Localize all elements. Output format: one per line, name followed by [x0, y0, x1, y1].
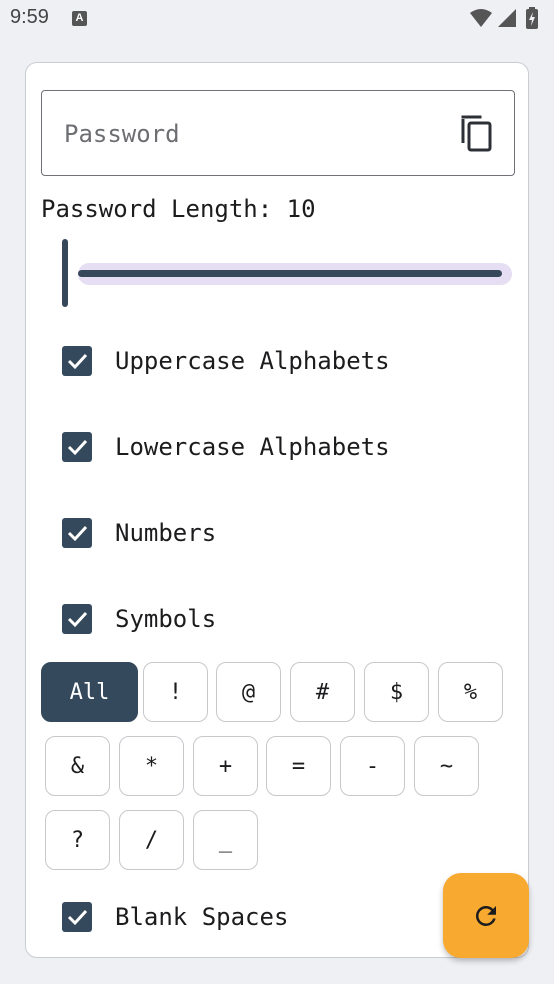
battery-icon [526, 7, 538, 29]
uppercase-label: Uppercase Alphabets [115, 347, 390, 375]
checkmark-icon [67, 909, 88, 926]
status-bar: 9:59 A [0, 0, 554, 40]
symbols-label: Symbols [115, 605, 217, 633]
password-input[interactable] [64, 119, 444, 149]
blank-spaces-option[interactable]: Blank Spaces [60, 897, 480, 937]
refresh-icon [475, 905, 496, 926]
symbol-slash-button[interactable]: / [119, 810, 184, 870]
numbers-label: Numbers [115, 519, 217, 547]
length-slider[interactable] [62, 239, 512, 309]
symbol-hash-button[interactable]: # [290, 662, 355, 722]
symbol-minus-button[interactable]: - [340, 736, 405, 796]
symbol-question-button[interactable]: ? [45, 810, 110, 870]
regenerate-fab[interactable] [443, 873, 529, 958]
status-time: 9:59 [10, 6, 49, 28]
checkmark-icon [67, 611, 88, 628]
checkmark-icon [67, 439, 88, 456]
lowercase-label: Lowercase Alphabets [115, 433, 390, 461]
copy-button[interactable] [460, 113, 496, 153]
copy-icon [461, 115, 492, 152]
checkmark-icon [67, 353, 88, 370]
wifi-icon [470, 9, 492, 27]
lowercase-option[interactable]: Lowercase Alphabets [60, 427, 480, 467]
signal-icon [498, 9, 516, 27]
slider-active-track [78, 270, 502, 277]
symbol-exclamation-button[interactable]: ! [143, 662, 208, 722]
numbers-option[interactable]: Numbers [60, 513, 480, 553]
symbol-equals-button[interactable]: = [266, 736, 331, 796]
password-field [41, 90, 515, 176]
password-length-label: Password Length: 10 [41, 195, 316, 223]
symbol-underscore-button[interactable]: _ [193, 810, 258, 870]
uppercase-option[interactable]: Uppercase Alphabets [60, 341, 480, 381]
symbol-tilde-button[interactable]: ~ [414, 736, 479, 796]
generator-card: Password Length: 10 Uppercase Alphabets … [25, 62, 529, 958]
symbols-checkbox[interactable] [62, 604, 92, 634]
symbol-all-button[interactable]: All [41, 662, 138, 722]
symbol-dollar-button[interactable]: $ [364, 662, 429, 722]
slider-thumb[interactable] [62, 239, 68, 307]
symbols-option[interactable]: Symbols [60, 599, 480, 639]
symbol-percent-button[interactable]: % [438, 662, 503, 722]
lowercase-checkbox[interactable] [62, 432, 92, 462]
symbol-plus-button[interactable]: + [193, 736, 258, 796]
numbers-checkbox[interactable] [62, 518, 92, 548]
blank-spaces-checkbox[interactable] [62, 902, 92, 932]
symbol-at-button[interactable]: @ [216, 662, 281, 722]
symbol-asterisk-button[interactable]: * [119, 736, 184, 796]
blank-spaces-label: Blank Spaces [115, 903, 289, 931]
uppercase-checkbox[interactable] [62, 346, 92, 376]
checkmark-icon [67, 525, 88, 542]
keyboard-a-icon: A [72, 11, 87, 26]
symbol-ampersand-button[interactable]: & [45, 736, 110, 796]
